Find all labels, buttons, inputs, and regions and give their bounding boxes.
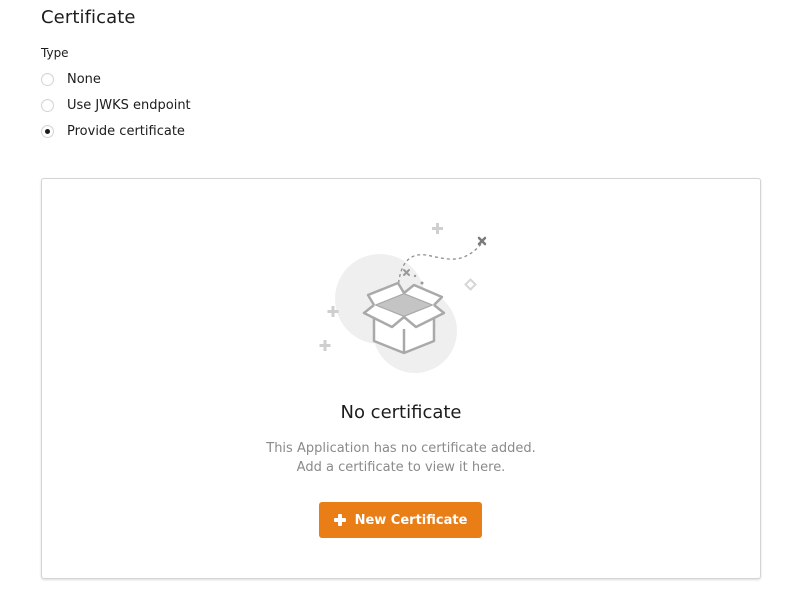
radio-option-jwks-endpoint[interactable]: Use JWKS endpoint: [41, 96, 191, 114]
radio-label: Use JWKS endpoint: [67, 97, 191, 113]
radio-button-selected[interactable]: [41, 124, 54, 138]
radio-button[interactable]: [41, 98, 54, 112]
radio-option-provide-certificate[interactable]: Provide certificate: [41, 122, 185, 140]
section-title: Certificate: [41, 7, 136, 28]
radio-button[interactable]: [41, 72, 54, 86]
certificate-empty-state-card: No certificate This Application has no c…: [41, 178, 761, 579]
radio-option-none[interactable]: None: [41, 70, 101, 88]
certificate-page: Certificate Type None Use JWKS endpoint …: [0, 0, 807, 607]
new-certificate-button-label: New Certificate: [354, 512, 468, 528]
plus-icon: [333, 514, 346, 526]
radio-label: Provide certificate: [67, 123, 185, 139]
empty-state-title: No certificate: [340, 402, 462, 423]
empty-state-description: This Application has no certificate adde…: [42, 439, 760, 477]
empty-state-description-line: This Application has no certificate adde…: [266, 441, 536, 456]
empty-state-description-line: Add a certificate to view it here.: [296, 460, 506, 475]
new-certificate-button[interactable]: New Certificate: [319, 502, 482, 538]
radio-label: None: [67, 71, 101, 87]
open-box-icon: [319, 223, 487, 373]
type-label: Type: [41, 46, 69, 60]
